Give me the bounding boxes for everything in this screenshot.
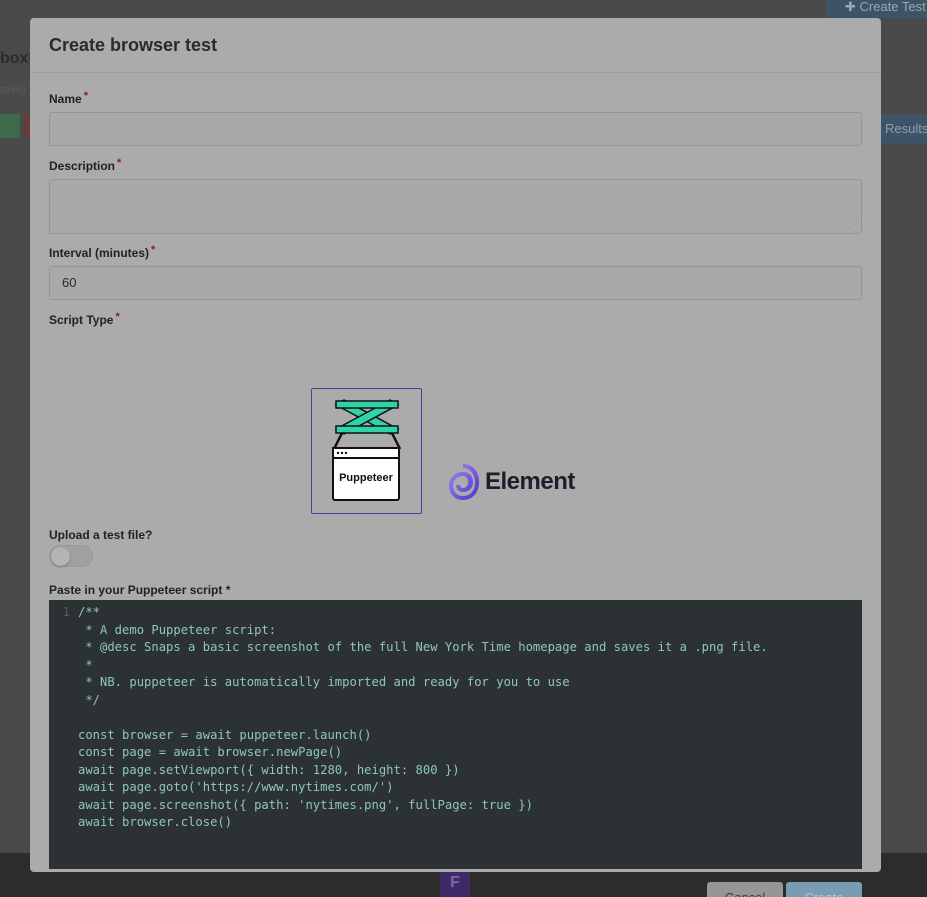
script-code-editor[interactable]: 1 /** * A demo Puppeteer script: * @desc … xyxy=(49,600,862,869)
line-number xyxy=(49,762,78,780)
line-number xyxy=(49,692,78,710)
required-mark: * xyxy=(115,311,120,323)
script-type-label: Script Type * xyxy=(49,311,120,327)
toggle-knob xyxy=(51,547,70,566)
line-number xyxy=(49,709,78,727)
code-line: * A demo Puppeteer script: xyxy=(49,622,862,640)
required-mark: * xyxy=(151,244,156,256)
required-mark: * xyxy=(83,90,88,102)
code-line xyxy=(49,709,862,727)
code-line: await page.screenshot({ path: 'nytimes.p… xyxy=(49,797,862,815)
modal-header: Create browser test xyxy=(30,18,881,73)
code-line: 1 /** xyxy=(49,604,862,622)
script-type-option-puppeteer[interactable]: Puppeteer xyxy=(311,388,422,514)
line-number xyxy=(49,622,78,640)
code-line: await page.goto('https://www.nytimes.com… xyxy=(49,779,862,797)
resize-handle-icon[interactable]: ⋰ xyxy=(848,221,858,231)
code-text: await browser.close() xyxy=(78,815,233,829)
line-number xyxy=(49,639,78,657)
line-number xyxy=(49,657,78,675)
line-number xyxy=(49,727,78,745)
code-text: await page.setViewport({ width: 1280, he… xyxy=(78,762,460,777)
line-number xyxy=(49,797,78,815)
script-label: Paste in your Puppeteer script * xyxy=(49,583,231,597)
required-mark: * xyxy=(117,157,122,169)
code-text: const browser = await puppeteer.launch() xyxy=(78,727,372,742)
code-line: * xyxy=(49,657,862,675)
bg-create-test-button: ✚ Create Test xyxy=(827,0,927,18)
modal-title: Create browser test xyxy=(49,35,218,55)
code-line: * NB. puppeteer is automatically importe… xyxy=(49,674,862,692)
line-number xyxy=(49,744,78,762)
element-option-label: Element xyxy=(485,468,575,495)
bg-page-subtitle: oxRu xyxy=(0,84,26,96)
interval-label: Interval (minutes) * xyxy=(49,244,156,260)
footer-logo: F xyxy=(440,868,470,897)
plus-icon: ✚ xyxy=(845,0,860,14)
cancel-button[interactable]: Cancel xyxy=(707,882,783,897)
code-line: * @desc Snaps a basic screenshot of the … xyxy=(49,639,862,657)
puppeteer-option-label: Puppeteer xyxy=(339,472,394,484)
name-label: Name * xyxy=(49,90,88,106)
code-line: await browser.close() xyxy=(49,814,862,832)
puppeteer-logo-icon: Puppeteer xyxy=(332,399,402,501)
create-button[interactable]: Create xyxy=(786,882,862,897)
code-line: const browser = await puppeteer.launch() xyxy=(49,727,862,745)
name-input[interactable] xyxy=(49,112,862,146)
interval-input[interactable]: 60 xyxy=(49,266,862,300)
create-browser-test-modal: Create browser test Name * Description * ⋰… xyxy=(30,18,881,897)
upload-label: Upload a test file? xyxy=(49,528,153,542)
code-text: * A demo Puppeteer script: xyxy=(78,622,277,637)
code-text: await page.screenshot({ path: 'nytimes.p… xyxy=(78,797,533,812)
line-number: 1 xyxy=(62,605,70,619)
script-type-option-element[interactable]: Element xyxy=(445,462,575,502)
code-line: const page = await browser.newPage() xyxy=(49,744,862,762)
description-label: Description * xyxy=(49,157,122,173)
line-number xyxy=(49,779,78,797)
code-text: * @desc Snaps a basic screenshot of the … xyxy=(78,640,768,654)
element-logo-icon xyxy=(449,464,479,500)
code-line: */ xyxy=(49,692,862,710)
line-number xyxy=(49,814,78,832)
code-text: const page = await browser.newPage() xyxy=(78,745,343,759)
code-line: await page.setViewport({ width: 1280, he… xyxy=(49,762,862,780)
code-text: await page.goto('https://www.nytimes.com… xyxy=(78,780,394,794)
code-text: */ xyxy=(78,692,101,707)
bg-green-button xyxy=(0,114,20,138)
code-text: * xyxy=(78,657,93,672)
code-text: /** xyxy=(78,605,101,619)
code-text: * NB. puppeteer is automatically importe… xyxy=(78,675,570,689)
description-textarea[interactable]: ⋰ xyxy=(49,179,862,234)
upload-toggle[interactable] xyxy=(49,545,93,567)
line-number xyxy=(49,674,78,692)
